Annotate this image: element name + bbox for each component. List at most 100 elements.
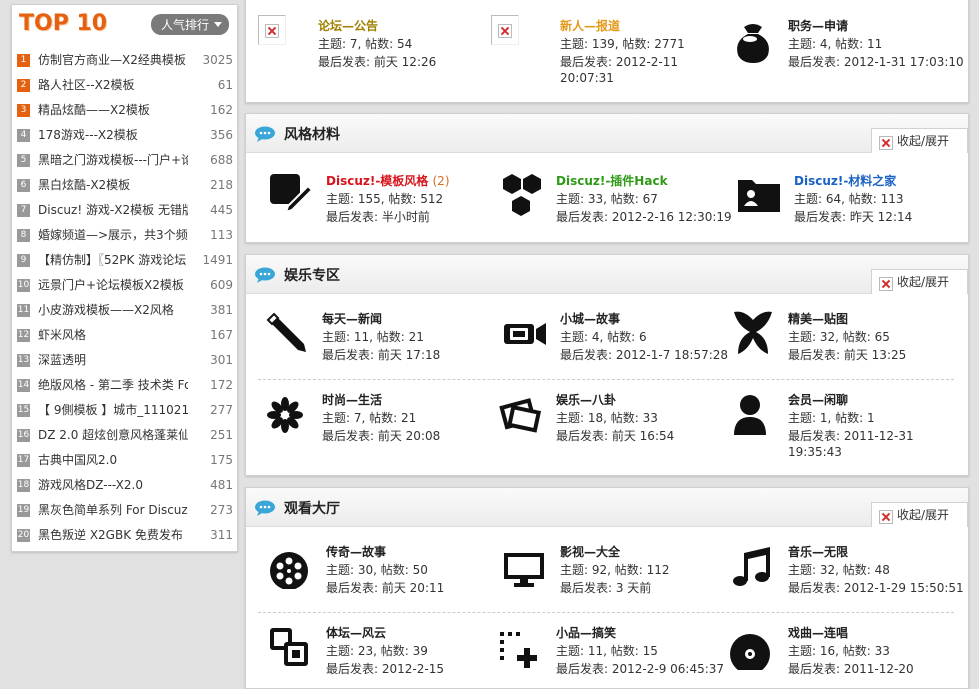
forum-name[interactable]: Discuz!-模板风格 (2) [326,172,450,189]
forum-music[interactable]: 音乐—无限 主题: 32, 帖数: 48 最后发表: 2012-1-29 15:… [730,543,965,603]
forum-name[interactable]: 精美—贴图 [788,310,848,327]
forum-name[interactable]: Discuz!-材料之家 [794,172,896,189]
forum-panel-announcements: 论坛—公告 主题: 7, 帖数: 54 最后发表: 前天 12:26 新人—报道… [245,0,969,103]
forum-name[interactable]: 体坛—风云 [326,624,386,641]
forum-discuz-plugins[interactable]: Discuz!-插件Hack 主题: 33, 帖数: 67 最后发表: 2012… [498,172,732,232]
forum-name[interactable]: 职务—申请 [788,17,848,34]
forum-last-post: 最后发表: 2012-2-16 12:30:19 [556,210,732,224]
forum-stats: 主题: 16, 帖数: 33 [788,644,890,658]
forum-last-post: 最后发表: 前天 20:08 [322,429,441,443]
forum-job-apply[interactable]: 职务—申请 主题: 4, 帖数: 11 最后发表: 2012-1-31 17:0… [730,17,965,87]
forum-movies[interactable]: 影视—大全 主题: 92, 帖数: 112 最后发表: 3 天前 [502,543,732,603]
forum-name[interactable]: Discuz!-插件Hack [556,172,668,189]
forum-name[interactable]: 小品—搞笑 [556,624,616,641]
list-item-title[interactable]: 小皮游戏模板——X2风格 [38,300,188,320]
list-item-title[interactable]: 远景门户+论坛模板X2模板 [38,275,188,295]
list-item-count: 688 [210,153,233,167]
forum-opera[interactable]: 戏曲—连唱 主题: 16, 帖数: 33 最后发表: 2011-12-20 [730,624,965,684]
list-item-title[interactable]: 黑暗之门游戏模板---门户+论坛 [38,150,188,170]
list-item-title[interactable]: Discuz! 游戏-X2模板 无错版 [38,200,188,220]
list-item-title[interactable]: 婚嫁频道—>展示，共3个频道 [38,225,188,245]
list-item[interactable]: 16 DZ 2.0 超炫创意风格蓬莱仙岛 251 [17,425,233,450]
list-item-title[interactable]: 古典中国风2.0 [38,450,188,470]
list-item-title[interactable]: 仿制官方商业—X2经典模板 [38,50,188,70]
forum-name-text[interactable]: Discuz!-模板风格 [326,174,428,188]
list-item[interactable]: 8 婚嫁频道—>展示，共3个频道 113 [17,225,233,250]
forum-discuz-templates[interactable]: Discuz!-模板风格 (2) 主题: 155, 帖数: 512 最后发表: … [268,172,488,232]
collapse-toggle-button[interactable]: 收起/展开 [871,502,968,527]
list-item[interactable]: 7 Discuz! 游戏-X2模板 无错版 445 [17,200,233,225]
forum-beautiful-photos[interactable]: 精美—贴图 主题: 32, 帖数: 65 最后发表: 前天 13:25 [730,310,965,370]
list-item[interactable]: 17 古典中国风2.0 175 [17,450,233,475]
list-item[interactable]: 14 绝版风格 - 第二季 技术类 For 172 [17,375,233,400]
forum-name[interactable]: 影视—大全 [560,543,620,560]
list-item[interactable]: 1 仿制官方商业—X2经典模板 3025 [17,50,233,75]
rank-number: 7 [17,204,30,217]
forum-discuz-materials[interactable]: Discuz!-材料之家 主题: 64, 帖数: 113 最后发表: 昨天 12… [736,172,966,232]
list-item[interactable]: 9 【精仿制】〖52PK 游戏论坛 1491 [17,250,233,275]
forum-daily-news[interactable]: 每天—新闻 主题: 11, 帖数: 21 最后发表: 前天 17:18 [264,310,484,370]
forum-fashion-life[interactable]: 时尚—生活 主题: 7, 帖数: 21 最后发表: 前天 20:08 [264,391,484,451]
collapse-toggle-button[interactable]: 收起/展开 [871,128,968,153]
forum-name[interactable]: 新人—报道 [560,17,620,34]
list-item[interactable]: 5 黑暗之门游戏模板---门户+论坛 688 [17,150,233,175]
forum-name[interactable]: 戏曲—连唱 [788,624,848,641]
forum-name[interactable]: 音乐—无限 [788,543,848,560]
forum-last-post: 最后发表: 2011-12-20 [788,662,914,676]
video-camera-icon [504,323,546,345]
collapse-toggle-button[interactable]: 收起/展开 [871,269,968,294]
list-item-title[interactable]: 【精仿制】〖52PK 游戏论坛 [38,250,188,270]
squares-icon [270,628,308,666]
list-item[interactable]: 4 178游戏---X2模板 356 [17,125,233,150]
forum-legend-stories[interactable]: 传奇—故事 主题: 30, 帖数: 50 最后发表: 前天 20:11 [268,543,488,603]
list-item-title[interactable]: 路人社区--X2模板 [38,75,188,95]
list-item-count: 445 [210,203,233,217]
list-item-title[interactable]: 黑白炫酷-X2模板 [38,175,188,195]
list-item[interactable]: 11 小皮游戏模板——X2风格 381 [17,300,233,325]
list-item-title[interactable]: 游戏风格DZ---X2.0 [38,475,188,495]
forum-stats: 主题: 64, 帖数: 113 [794,192,904,206]
list-item[interactable]: 12 虾米风格 167 [17,325,233,350]
list-item[interactable]: 19 黑灰色简单系列 For Discuz x2 273 [17,500,233,525]
forum-comedy[interactable]: 小品—搞笑 主题: 11, 帖数: 15 最后发表: 2012-2-9 06:4… [498,624,728,684]
forum-last-post: 最后发表: 2012-2-15 [326,662,444,676]
rank-number: 3 [17,104,30,117]
list-item-title[interactable]: 黑灰色简单系列 For Discuz x2 [38,500,188,520]
rank-dropdown-button[interactable]: 人气排行 [150,14,229,35]
forum-city-stories[interactable]: 小城—故事 主题: 4, 帖数: 6 最后发表: 2012-1-7 18:57:… [502,310,732,370]
list-item[interactable]: 2 路人社区--X2模板 61 [17,75,233,100]
rank-number: 17 [17,454,30,467]
list-item[interactable]: 15 【 9側模板 】城市_11102101 277 [17,400,233,425]
list-item-title[interactable]: DZ 2.0 超炫创意风格蓬莱仙岛 [38,425,188,445]
list-item[interactable]: 10 远景门户+论坛模板X2模板 609 [17,275,233,300]
forum-name[interactable]: 每天—新闻 [322,310,382,327]
forum-name[interactable]: 时尚—生活 [322,391,382,408]
list-item-title[interactable]: 绝版风格 - 第二季 技术类 For [38,375,188,395]
list-item[interactable]: 3 精品炫酷——X2模板 162 [17,100,233,125]
forum-name[interactable]: 传奇—故事 [326,543,386,560]
forum-name[interactable]: 小城—故事 [560,310,620,327]
list-item-count: 273 [210,503,233,517]
list-item-title[interactable]: 精品炫酷——X2模板 [38,100,188,120]
user-icon [734,395,766,435]
forum-name[interactable]: 论坛—公告 [318,17,378,34]
forum-gossip[interactable]: 娱乐—八卦 主题: 18, 帖数: 33 最后发表: 前天 16:54 [498,391,728,451]
divider [258,379,954,380]
forum-stats: 主题: 7, 帖数: 54 [318,37,413,51]
list-item[interactable]: 13 深蓝透明 301 [17,350,233,375]
list-item[interactable]: 18 游戏风格DZ---X2.0 481 [17,475,233,500]
list-item-title[interactable]: 黑色叛逆 X2GBK 免费发布 [38,525,188,545]
list-item[interactable]: 20 黑色叛逆 X2GBK 免费发布 311 [17,525,233,550]
forum-announcements[interactable]: 论坛—公告 主题: 7, 帖数: 54 最后发表: 前天 12:26 [260,17,480,87]
list-item-title[interactable]: 深蓝透明 [38,350,188,370]
forum-name[interactable]: 会员—闲聊 [788,391,848,408]
list-item-title[interactable]: 虾米风格 [38,325,188,345]
forum-name[interactable]: 娱乐—八卦 [556,391,616,408]
list-item[interactable]: 6 黑白炫酷-X2模板 218 [17,175,233,200]
rank-number: 1 [17,54,30,67]
forum-sports[interactable]: 体坛—风云 主题: 23, 帖数: 39 最后发表: 2012-2-15 [268,624,488,684]
list-item-title[interactable]: 178游戏---X2模板 [38,125,188,145]
forum-member-chat[interactable]: 会员—闲聊 主题: 1, 帖数: 1 最后发表: 2011-12-31 19:3… [730,391,965,463]
list-item-title[interactable]: 【 9側模板 】城市_11102101 [38,400,188,420]
forum-newcomers[interactable]: 新人—报道 主题: 139, 帖数: 2771 最后发表: 2012-2-11 … [502,17,722,87]
